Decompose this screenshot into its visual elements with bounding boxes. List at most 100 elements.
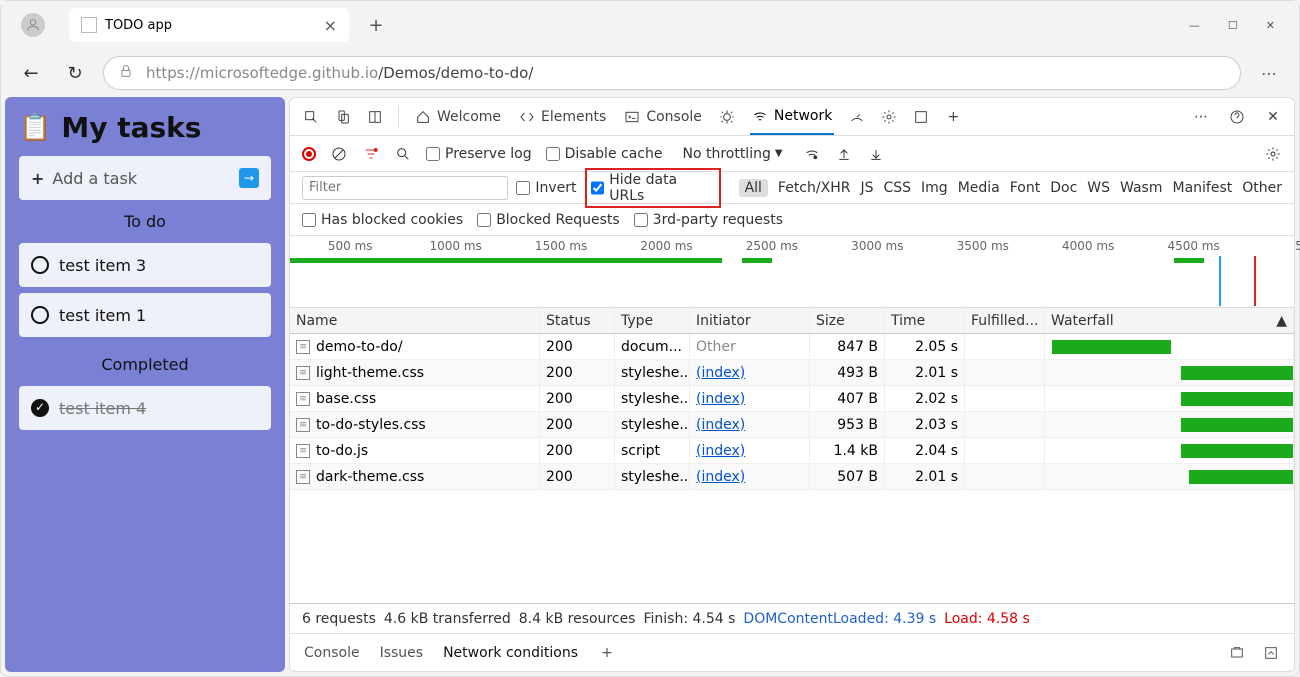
filter-input[interactable]: [302, 176, 508, 200]
initiator-link[interactable]: (index): [696, 443, 745, 459]
filter-type-img[interactable]: Img: [921, 180, 948, 196]
filter-type-fetch/xhr[interactable]: Fetch/XHR: [778, 180, 851, 196]
task-card-done[interactable]: test item 4: [19, 386, 271, 430]
table-row[interactable]: ≡dark-theme.css200styleshe...(index)507 …: [290, 464, 1294, 490]
initiator-link[interactable]: (index): [696, 365, 745, 381]
drawer-issues-icon[interactable]: [1228, 644, 1246, 662]
timeline-tick: 2500 ms: [746, 239, 798, 253]
inspect-icon[interactable]: [302, 108, 320, 126]
close-window-icon[interactable]: ✕: [1266, 19, 1275, 32]
filter-type-js[interactable]: JS: [860, 180, 873, 196]
third-party-checkbox[interactable]: 3rd-party requests: [634, 212, 783, 228]
plus-icon: +: [31, 169, 44, 188]
timeline-tick: 3500 ms: [957, 239, 1009, 253]
request-table: Name Status Type Initiator Size Time Ful…: [290, 308, 1294, 603]
expand-drawer-icon[interactable]: [1262, 644, 1280, 662]
file-icon: ≡: [296, 470, 310, 484]
browser-tab[interactable]: TODO app ×: [69, 8, 349, 42]
url-box[interactable]: https://microsoftedge.github.io/Demos/de…: [103, 56, 1241, 90]
filter-type-all[interactable]: All: [739, 179, 768, 197]
add-tab-icon[interactable]: +: [944, 108, 962, 126]
close-devtools-icon[interactable]: ✕: [1264, 108, 1282, 126]
table-row[interactable]: ≡light-theme.css200styleshe...(index)493…: [290, 360, 1294, 386]
checkbox-done-icon[interactable]: [31, 399, 49, 417]
devtools-tabbar: Welcome Elements Console Network + ⋯ ✕: [290, 98, 1294, 136]
todo-app: 📋 My tasks + Add a task → To do test ite…: [5, 97, 285, 672]
network-settings-icon[interactable]: [1264, 145, 1282, 163]
blocked-requests-checkbox[interactable]: Blocked Requests: [477, 212, 619, 228]
task-card[interactable]: test item 3: [19, 243, 271, 287]
new-tab-button[interactable]: +: [361, 15, 391, 36]
record-button[interactable]: [302, 147, 316, 161]
filter-icon[interactable]: [362, 145, 380, 163]
drawer-tab-network-conditions[interactable]: Network conditions: [443, 634, 578, 671]
help-icon[interactable]: [1228, 108, 1246, 126]
disable-cache-checkbox[interactable]: Disable cache: [546, 146, 663, 162]
blocked-cookies-checkbox[interactable]: Has blocked cookies: [302, 212, 463, 228]
add-drawer-tab-icon[interactable]: +: [598, 644, 616, 662]
filter-type-manifest[interactable]: Manifest: [1172, 180, 1232, 196]
timeline-overview[interactable]: 500 ms1000 ms1500 ms2000 ms2500 ms3000 m…: [290, 236, 1294, 308]
more-tools-icon[interactable]: ⋯: [1192, 108, 1210, 126]
maximize-icon[interactable]: ☐: [1228, 19, 1238, 32]
add-task-label: Add a task: [52, 169, 137, 188]
tab-elements[interactable]: Elements: [517, 98, 608, 135]
download-har-icon[interactable]: [867, 145, 885, 163]
page-title-text: My tasks: [61, 111, 201, 144]
clear-icon[interactable]: [330, 145, 348, 163]
url-host: https://microsoftedge.github.io: [146, 64, 378, 82]
throttling-select[interactable]: No throttling ▼: [676, 144, 788, 164]
preserve-log-checkbox[interactable]: Preserve log: [426, 146, 532, 162]
initiator-link[interactable]: (index): [696, 417, 745, 433]
profile-avatar[interactable]: [21, 13, 45, 37]
drawer-tab-issues[interactable]: Issues: [380, 634, 424, 671]
add-task-button[interactable]: + Add a task →: [19, 156, 271, 200]
upload-har-icon[interactable]: [835, 145, 853, 163]
close-tab-icon[interactable]: ×: [324, 16, 337, 35]
table-row[interactable]: ≡to-do.js200script(index)1.4 kB2.04 s: [290, 438, 1294, 464]
submit-task-icon[interactable]: →: [239, 168, 259, 188]
filter-type-css[interactable]: CSS: [883, 180, 911, 196]
device-icon[interactable]: [334, 108, 352, 126]
hide-data-urls-checkbox[interactable]: Hide data URLs: [585, 168, 721, 208]
checkbox-icon[interactable]: [31, 306, 49, 324]
search-icon[interactable]: [394, 145, 412, 163]
window-controls: — ☐ ✕: [1189, 19, 1291, 32]
table-row[interactable]: ≡to-do-styles.css200styleshe...(index)95…: [290, 412, 1294, 438]
filter-type-font[interactable]: Font: [1010, 180, 1040, 196]
task-card[interactable]: test item 1: [19, 293, 271, 337]
initiator-link[interactable]: (index): [696, 391, 745, 407]
performance-icon[interactable]: [848, 108, 866, 126]
initiator-link[interactable]: (index): [696, 469, 745, 485]
timeline-tick: 1500 ms: [535, 239, 587, 253]
filter-type-wasm[interactable]: Wasm: [1120, 180, 1162, 196]
panel-icon[interactable]: [912, 108, 930, 126]
tab-network[interactable]: Network: [750, 98, 834, 135]
dock-icon[interactable]: [366, 108, 384, 126]
network-conditions-icon[interactable]: [803, 145, 821, 163]
tab-welcome[interactable]: Welcome: [413, 98, 503, 135]
invert-checkbox[interactable]: Invert: [516, 180, 576, 196]
drawer-tab-console[interactable]: Console: [304, 634, 360, 671]
table-row[interactable]: ≡base.css200styleshe...(index)407 B2.02 …: [290, 386, 1294, 412]
timeline-tick: 4000 ms: [1062, 239, 1114, 253]
filter-type-media[interactable]: Media: [958, 180, 1000, 196]
back-button[interactable]: ←: [15, 57, 47, 89]
timeline-tick: 4500 ms: [1167, 239, 1219, 253]
bug-icon[interactable]: [718, 108, 736, 126]
filter-type-ws[interactable]: WS: [1087, 180, 1110, 196]
checkbox-icon[interactable]: [31, 256, 49, 274]
timeline-tick: 3000 ms: [851, 239, 903, 253]
person-icon: [25, 17, 41, 33]
more-menu-button[interactable]: ⋯: [1253, 64, 1285, 83]
code-icon: [519, 109, 535, 125]
gear-icon[interactable]: [880, 108, 898, 126]
table-row[interactable]: ≡demo-to-do/200docum...Other847 B2.05 s: [290, 334, 1294, 360]
minimize-icon[interactable]: —: [1189, 19, 1200, 32]
tab-console[interactable]: Console: [622, 98, 704, 135]
filter-type-other[interactable]: Other: [1242, 180, 1282, 196]
filter-row-2: Has blocked cookies Blocked Requests 3rd…: [290, 204, 1294, 236]
timeline-tick: 1000 ms: [430, 239, 482, 253]
filter-type-doc[interactable]: Doc: [1050, 180, 1077, 196]
refresh-button[interactable]: ↻: [59, 57, 91, 89]
